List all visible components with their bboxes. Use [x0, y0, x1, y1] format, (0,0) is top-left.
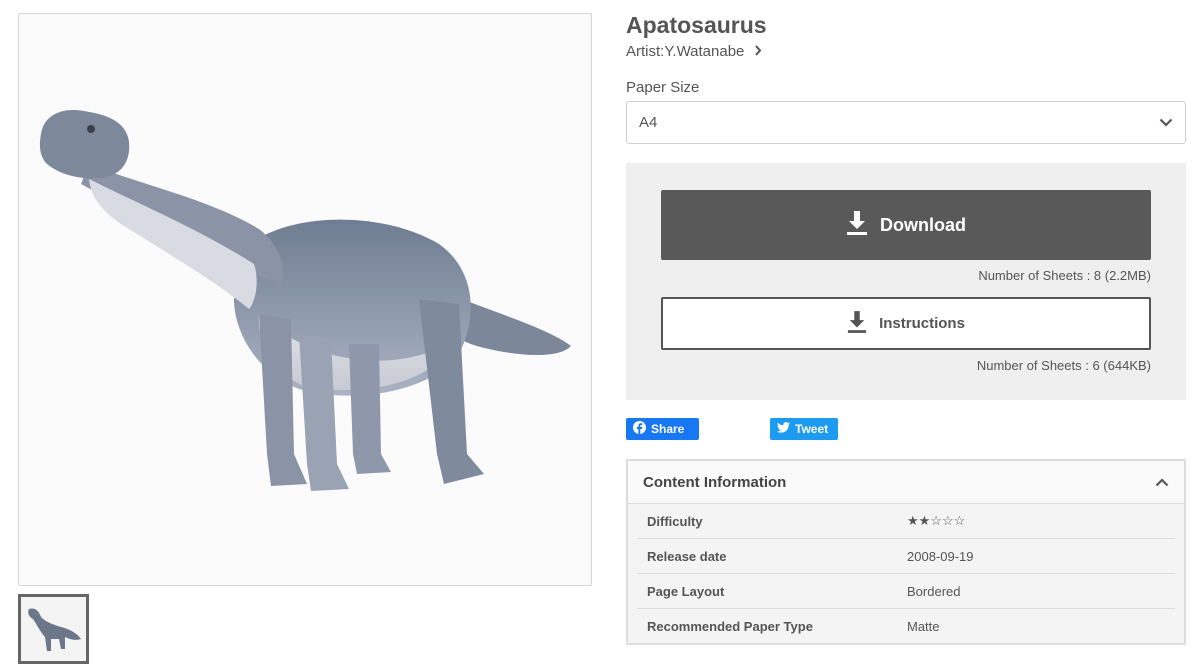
facebook-share-button[interactable]: Share — [626, 418, 699, 440]
artist-label: Artist:Y.Watanabe — [626, 43, 745, 60]
product-title: Apatosaurus — [626, 12, 767, 38]
thumbnail-dinosaur-icon — [21, 597, 86, 661]
product-main-image — [18, 13, 592, 586]
download-icon — [847, 310, 867, 338]
paper-size-label: Paper Size — [626, 79, 700, 96]
content-information-title: Content Information — [643, 473, 787, 491]
paper-size-value: A4 — [639, 114, 658, 131]
instructions-sheet-info: Number of Sheets : 6 (644KB) — [976, 358, 1151, 373]
info-key: Release date — [647, 548, 727, 564]
thumbnail-image[interactable] — [18, 594, 89, 664]
download-button[interactable]: Download — [661, 190, 1151, 260]
facebook-icon — [633, 421, 646, 437]
info-value: 2008-09-19 — [907, 548, 974, 564]
download-sheet-info: Number of Sheets : 8 (2.2MB) — [978, 268, 1151, 283]
info-key: Recommended Paper Type — [647, 619, 813, 634]
info-value: Bordered — [907, 583, 961, 599]
info-row-page-layout: Page Layout Bordered — [637, 574, 1175, 609]
tweet-label: Tweet — [795, 422, 829, 436]
artist-link[interactable]: Artist:Y.Watanabe — [626, 43, 762, 60]
instructions-button-label: Instructions — [879, 315, 965, 332]
download-panel: Download Number of Sheets : 8 (2.2MB) In… — [626, 163, 1186, 400]
info-value: Matte — [907, 619, 940, 634]
twitter-bird-icon — [777, 422, 790, 436]
info-row-release-date: Release date 2008-09-19 — [637, 539, 1175, 574]
download-icon — [846, 210, 868, 241]
content-information-panel: Content Information Difficulty ★★☆☆☆ Rel… — [626, 459, 1186, 645]
chevron-down-icon — [1159, 114, 1173, 131]
info-key: Difficulty — [647, 513, 703, 529]
info-key: Page Layout — [647, 583, 725, 599]
share-label: Share — [651, 422, 685, 436]
download-button-label: Download — [880, 214, 966, 235]
paper-size-select[interactable]: A4 — [626, 101, 1186, 144]
difficulty-stars: ★★☆☆☆ — [907, 513, 966, 528]
instructions-button[interactable]: Instructions — [661, 297, 1151, 350]
info-row-paper-type: Recommended Paper Type Matte — [637, 609, 1175, 644]
chevron-up-icon — [1155, 474, 1169, 491]
apatosaurus-illustration — [39, 110, 571, 491]
chevron-right-icon — [754, 44, 762, 59]
content-information-header[interactable]: Content Information — [628, 461, 1184, 504]
twitter-tweet-button[interactable]: Tweet — [770, 418, 838, 440]
info-row-difficulty: Difficulty ★★☆☆☆ — [637, 504, 1175, 539]
